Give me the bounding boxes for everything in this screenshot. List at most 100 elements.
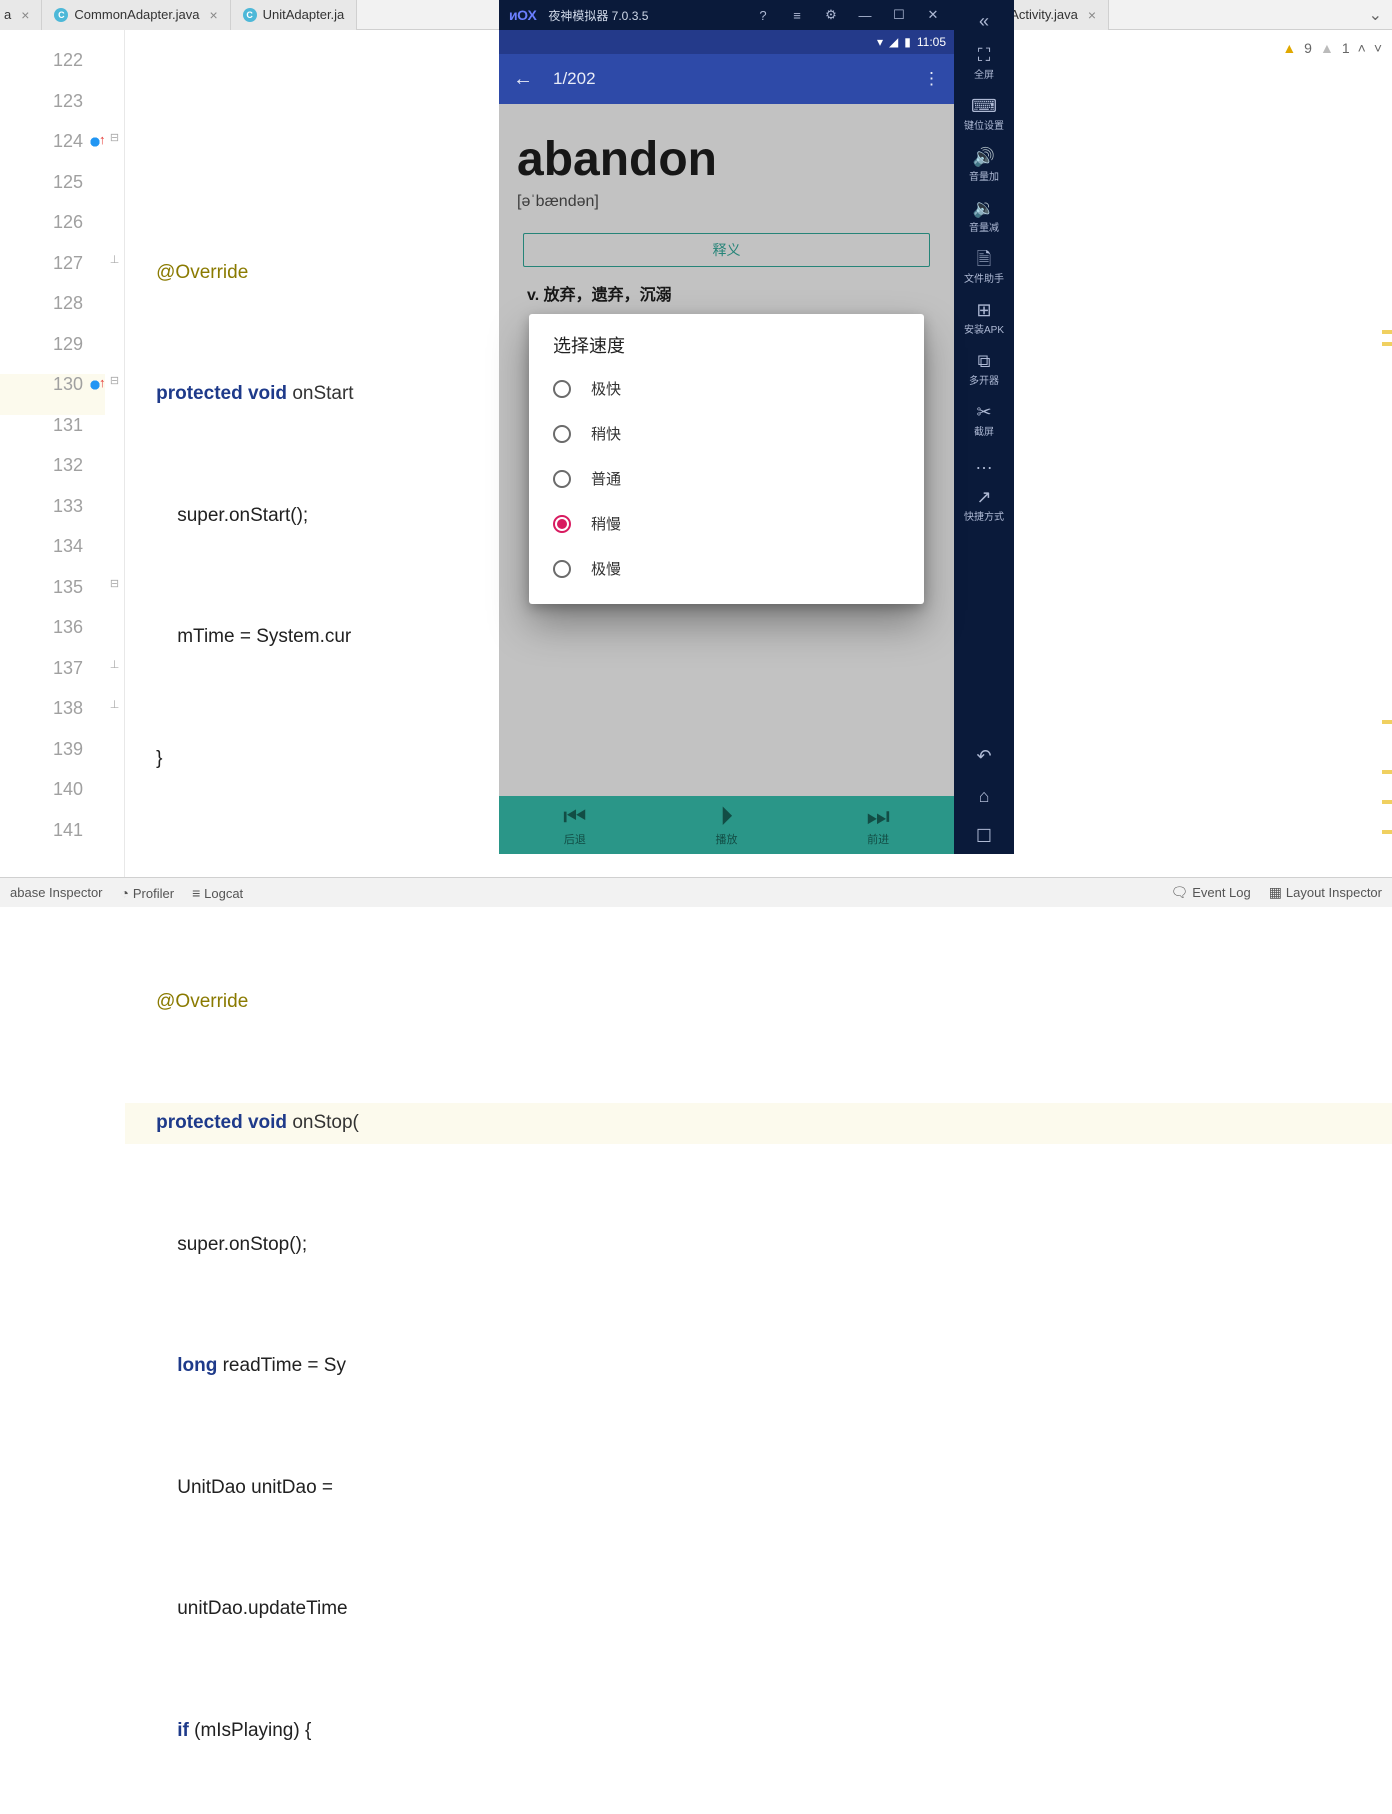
- side-more[interactable]: …: [955, 448, 1013, 478]
- toolwin-db-inspector[interactable]: abase Inspector: [10, 885, 103, 900]
- side-volup[interactable]: 🔊音量加: [955, 142, 1013, 189]
- line-num[interactable]: 122: [0, 50, 105, 91]
- error-stripe[interactable]: [1382, 70, 1392, 877]
- side-multi[interactable]: ⧉多开器: [955, 346, 1013, 393]
- chevron-down-icon[interactable]: ˅: [1374, 40, 1382, 56]
- line-num[interactable]: 140: [0, 779, 105, 820]
- fold-marker[interactable]: ⊥: [105, 253, 124, 294]
- line-num[interactable]: 130: [0, 374, 105, 415]
- fold-marker[interactable]: ⊟: [105, 374, 124, 415]
- dialog-overlay[interactable]: 选择速度 极快 稍快 普通 稍慢 极慢: [499, 104, 954, 854]
- emulator-window: ᴎOX 夜神模拟器 7.0.3.5 ? ≡ ⚙ — ☐ ✕ ▾ ◢ ▮ 11:0…: [499, 0, 1014, 854]
- line-num[interactable]: 126: [0, 212, 105, 253]
- line-num[interactable]: 136: [0, 617, 105, 658]
- settings-icon[interactable]: ⚙: [820, 7, 842, 23]
- status-bar: abase Inspector ◔ Profiler ≡ Logcat 🗨 Ev…: [0, 877, 1392, 907]
- speed-option-4[interactable]: 极慢: [539, 546, 914, 591]
- overflow-menu-icon[interactable]: ⋮: [923, 69, 940, 89]
- back-arrow-icon[interactable]: ←: [513, 68, 533, 91]
- line-num[interactable]: 133: [0, 496, 105, 537]
- keyboard-icon: ⌨: [971, 97, 997, 115]
- side-apk[interactable]: ⊞安装APK: [955, 295, 1013, 342]
- line-num[interactable]: 127: [0, 253, 105, 294]
- fold-marker[interactable]: ⊟: [105, 577, 124, 618]
- line-num[interactable]: 132: [0, 455, 105, 496]
- chevron-up-icon[interactable]: ˄: [1358, 40, 1366, 56]
- toolwin-eventlog[interactable]: 🗨 Event Log: [1171, 884, 1251, 901]
- dialog-title: 选择速度: [529, 314, 924, 366]
- side-screenshot[interactable]: ✂截屏: [955, 397, 1013, 444]
- line-num[interactable]: 137: [0, 658, 105, 699]
- maximize-icon[interactable]: ☐: [888, 7, 910, 23]
- radio-icon: [553, 470, 571, 488]
- volume-down-icon: 🔉: [973, 199, 995, 217]
- phone-screen: ▾ ◢ ▮ 11:05 ← 1/202 ⋮ abandon [əˈbændən]…: [499, 30, 954, 854]
- play-button[interactable]: ⏵播放: [651, 796, 803, 854]
- line-num[interactable]: 139: [0, 739, 105, 780]
- eventlog-icon: 🗨: [1171, 884, 1193, 900]
- fold-marker[interactable]: ⊥: [105, 658, 124, 699]
- java-icon: C: [54, 8, 68, 22]
- speed-option-2[interactable]: 普通: [539, 456, 914, 501]
- next-icon: ⏭: [866, 803, 889, 829]
- nav-back[interactable]: ↶: [955, 738, 1013, 774]
- side-shortcut[interactable]: ↗快捷方式: [955, 482, 1013, 529]
- line-num[interactable]: 134: [0, 536, 105, 577]
- tabs-dropdown-icon[interactable]: ⌄: [1359, 5, 1392, 25]
- close-icon[interactable]: ×: [209, 7, 217, 23]
- prev-button[interactable]: ⏮后退: [499, 796, 651, 854]
- side-voldown[interactable]: 🔉音量减: [955, 193, 1013, 240]
- next-button[interactable]: ⏭前进: [802, 796, 954, 854]
- radio-icon: [553, 425, 571, 443]
- side-keymap[interactable]: ⌨键位设置: [955, 91, 1013, 138]
- weak-warning-icon: ▲: [1320, 40, 1334, 56]
- line-num[interactable]: 141: [0, 820, 105, 861]
- speed-option-1[interactable]: 稍快: [539, 411, 914, 456]
- speed-option-3[interactable]: 稍慢: [539, 501, 914, 546]
- tab-0[interactable]: a×: [0, 0, 42, 30]
- collapse-icon: «: [979, 12, 989, 30]
- line-num[interactable]: 131: [0, 415, 105, 456]
- line-num[interactable]: 129: [0, 334, 105, 375]
- close-icon[interactable]: ✕: [922, 7, 944, 23]
- annotation: @Override: [156, 991, 248, 1012]
- close-icon[interactable]: ×: [21, 7, 29, 23]
- override-marker-icon[interactable]: [87, 134, 103, 150]
- help-icon[interactable]: ?: [752, 8, 774, 23]
- fullscreen-icon: ⛶: [978, 46, 991, 64]
- minimize-icon[interactable]: —: [854, 8, 876, 23]
- nav-home[interactable]: ⌂: [955, 778, 1013, 814]
- emulator-title: 夜神模拟器 7.0.3.5: [548, 7, 648, 24]
- line-num[interactable]: 123: [0, 91, 105, 132]
- page-position: 1/202: [553, 69, 596, 89]
- speed-option-0[interactable]: 极快: [539, 366, 914, 411]
- android-statusbar: ▾ ◢ ▮ 11:05: [499, 30, 954, 54]
- override-marker-icon[interactable]: [87, 377, 103, 393]
- menu-icon[interactable]: ≡: [786, 8, 808, 23]
- line-num[interactable]: 125: [0, 172, 105, 213]
- line-num[interactable]: 138: [0, 698, 105, 739]
- tab-2[interactable]: CUnitAdapter.ja: [231, 0, 358, 30]
- tab-1[interactable]: CCommonAdapter.java×: [42, 0, 230, 30]
- emulator-titlebar[interactable]: ᴎOX 夜神模拟器 7.0.3.5 ? ≡ ⚙ — ☐ ✕: [499, 0, 954, 30]
- toolwin-layoutinspector[interactable]: ▦ Layout Inspector: [1269, 884, 1382, 901]
- signal-icon: ◢: [889, 35, 898, 49]
- fold-marker[interactable]: ⊥: [105, 698, 124, 739]
- line-num[interactable]: 128: [0, 293, 105, 334]
- close-icon[interactable]: ×: [1088, 7, 1096, 23]
- apk-icon: ⊞: [976, 301, 991, 319]
- radio-icon: [553, 560, 571, 578]
- line-num[interactable]: 135: [0, 577, 105, 618]
- more-icon: …: [975, 454, 993, 472]
- speed-dialog: 选择速度 极快 稍快 普通 稍慢 极慢: [529, 314, 924, 604]
- fold-marker[interactable]: ⊟: [105, 131, 124, 172]
- toolwin-logcat[interactable]: ≡ Logcat: [192, 885, 243, 901]
- side-fullscreen[interactable]: ⛶全屏: [955, 40, 1013, 87]
- inspection-status[interactable]: ▲9 ▲1 ˄ ˅: [1282, 40, 1382, 56]
- emulator-sidebar: « ⛶全屏 ⌨键位设置 🔊音量加 🔉音量减 🗎文件助手 ⊞安装APK ⧉多开器 …: [954, 0, 1014, 854]
- line-num[interactable]: 124: [0, 131, 105, 172]
- side-files[interactable]: 🗎文件助手: [955, 244, 1013, 291]
- toolwin-profiler[interactable]: ◔ Profiler: [121, 885, 175, 901]
- side-expand[interactable]: «: [955, 6, 1013, 36]
- nav-recent[interactable]: ☐: [955, 818, 1013, 854]
